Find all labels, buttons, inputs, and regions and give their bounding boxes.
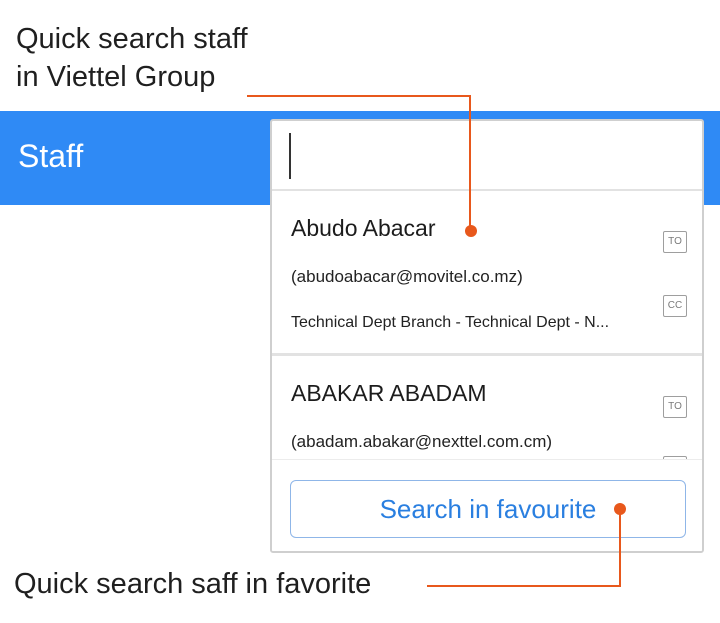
- search-input[interactable]: [288, 127, 692, 185]
- list-item[interactable]: ABAKAR ABADAM (abadam.abakar@nexttel.com…: [272, 356, 702, 459]
- result-name: ABAKAR ABADAM: [291, 380, 487, 406]
- result-email: (abudoabacar@movitel.co.mz): [291, 267, 523, 286]
- leader-line-vertical-bottom: [619, 509, 621, 586]
- result-email: (abadam.abakar@nexttel.com.cm): [291, 432, 553, 451]
- annotation-staff-search: Quick search staff in Viettel Group: [16, 23, 248, 93]
- search-row: [272, 121, 702, 191]
- to-button[interactable]: TO: [663, 396, 687, 418]
- page-title: Staff: [18, 138, 84, 174]
- to-button[interactable]: TO: [663, 231, 687, 253]
- result-list[interactable]: Abudo Abacar (abudoabacar@movitel.co.mz)…: [272, 191, 702, 459]
- annotated-screenshot: Quick search staff in Viettel Group Staf…: [0, 0, 720, 623]
- annotation-favorite-search: Quick search saff in favorite: [14, 568, 372, 600]
- result-name: Abudo Abacar: [291, 215, 436, 241]
- cc-button[interactable]: CC: [663, 295, 687, 317]
- result-department: Technical Dept Branch - Technical Dept -…: [291, 314, 610, 331]
- leader-line-horizontal-top: [247, 95, 471, 97]
- search-in-favourite-button[interactable]: Search in favourite: [290, 480, 686, 538]
- leader-line-horizontal-bottom: [427, 585, 621, 587]
- popup-footer: Search in favourite: [272, 459, 702, 551]
- list-item[interactable]: Abudo Abacar (abudoabacar@movitel.co.mz)…: [272, 191, 702, 356]
- search-popup: Abudo Abacar (abudoabacar@movitel.co.mz)…: [270, 119, 704, 553]
- leader-dot-top: [465, 225, 477, 237]
- leader-line-vertical-top: [469, 95, 471, 231]
